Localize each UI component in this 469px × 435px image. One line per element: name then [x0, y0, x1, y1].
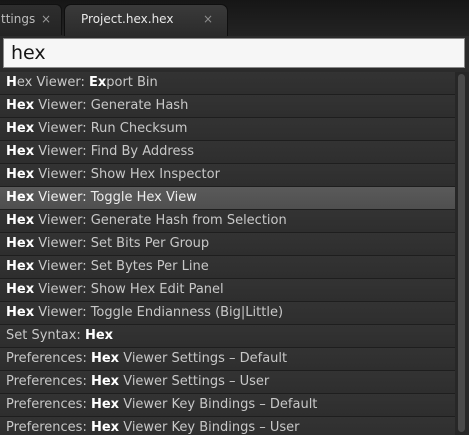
item-text: Viewer Key Bindings – User [119, 420, 300, 435]
match-highlight: Hex [6, 236, 35, 251]
item-text: Viewer: Find By Address [34, 144, 194, 159]
item-text: Preferences: [6, 351, 91, 366]
list-item[interactable]: Preferences: Hex Viewer Settings – User [0, 371, 455, 394]
match-highlight: Hex [84, 328, 114, 343]
list-item[interactable]: Hex Viewer: Set Bytes Per Line [0, 256, 455, 279]
match-highlight: Hex [6, 121, 35, 136]
item-text: Viewer: Show Hex Edit Panel [34, 282, 224, 297]
list-item[interactable]: Hex Viewer: Show Hex Inspector [0, 164, 455, 187]
item-text: ex Viewer: [16, 75, 89, 90]
match-highlight: Hex [6, 282, 35, 297]
item-text: Set Syntax: [6, 328, 85, 343]
list-item[interactable]: Hex Viewer: Toggle Hex View [0, 187, 455, 210]
match-highlight: Hex [90, 374, 120, 389]
match-highlight: Hex [90, 351, 120, 366]
match-highlight: Hex [6, 190, 35, 205]
match-highlight: Ex [88, 75, 107, 90]
match-highlight: Hex [6, 167, 35, 182]
tab-bar: ttings × Project.hex.hex × [0, 0, 469, 37]
list-item[interactable]: Preferences: Hex Viewer Key Bindings – U… [0, 417, 455, 435]
tab-label: Project.hex.hex [81, 12, 174, 26]
item-text: Preferences: [6, 420, 91, 435]
scrollbar[interactable] [455, 72, 469, 435]
list-item[interactable]: Hex Viewer: Export Bin [0, 72, 455, 95]
match-highlight: Hex [90, 420, 120, 435]
item-text: Viewer: Run Checksum [34, 121, 188, 136]
list-item[interactable]: Hex Viewer: Show Hex Edit Panel [0, 279, 455, 302]
command-palette: hex Hex Viewer: Export Bin Hex Viewer: Ge… [0, 36, 469, 435]
search-input[interactable]: hex [3, 38, 465, 68]
item-text: Viewer Settings – Default [119, 351, 288, 366]
item-text: Viewer: Generate Hash from Selection [34, 213, 287, 228]
item-text: Viewer: Set Bytes Per Line [34, 259, 209, 274]
item-text: port Bin [106, 75, 158, 90]
item-text: Preferences: [6, 397, 91, 412]
tab-settings[interactable]: ttings × [0, 4, 62, 35]
item-text: Viewer: Set Bits Per Group [34, 236, 210, 251]
list-item[interactable]: Hex Viewer: Set Bits Per Group [0, 233, 455, 256]
item-text: Viewer: Toggle Endianness (Big|Little) [34, 305, 284, 320]
match-highlight: H [6, 75, 17, 90]
list-item[interactable]: Preferences: Hex Viewer Settings – Defau… [0, 348, 455, 371]
list-item[interactable]: Preferences: Hex Viewer Key Bindings – D… [0, 394, 455, 417]
item-text: Viewer Key Bindings – Default [119, 397, 318, 412]
match-highlight: Hex [6, 213, 35, 228]
item-text: Viewer: Show Hex Inspector [34, 167, 220, 182]
scrollbar-thumb[interactable] [458, 74, 465, 432]
list-item[interactable]: Hex Viewer: Generate Hash [0, 95, 455, 118]
list-item[interactable]: Hex Viewer: Find By Address [0, 141, 455, 164]
match-highlight: Hex [6, 98, 35, 113]
match-highlight: Hex [90, 397, 120, 412]
item-text: Viewer Settings – User [119, 374, 270, 389]
list-item[interactable]: Hex Viewer: Run Checksum [0, 118, 455, 141]
tab-label: ttings [1, 12, 36, 26]
close-icon[interactable]: × [203, 5, 213, 33]
list-item[interactable]: Hex Viewer: Generate Hash from Selection [0, 210, 455, 233]
list-item[interactable]: Hex Viewer: Toggle Endianness (Big|Littl… [0, 302, 455, 325]
match-highlight: Hex [6, 259, 35, 274]
match-highlight: Hex [6, 144, 35, 159]
item-text: Viewer: Toggle Hex View [34, 190, 197, 205]
tab-project-hex[interactable]: Project.hex.hex × [64, 4, 228, 36]
item-text: Viewer: Generate Hash [34, 98, 189, 113]
list-item[interactable]: Set Syntax: Hex [0, 325, 455, 348]
results-list: Hex Viewer: Export Bin Hex Viewer: Genera… [0, 72, 455, 435]
match-highlight: Hex [6, 305, 35, 320]
close-icon[interactable]: × [41, 5, 51, 33]
item-text: Preferences: [6, 374, 91, 389]
